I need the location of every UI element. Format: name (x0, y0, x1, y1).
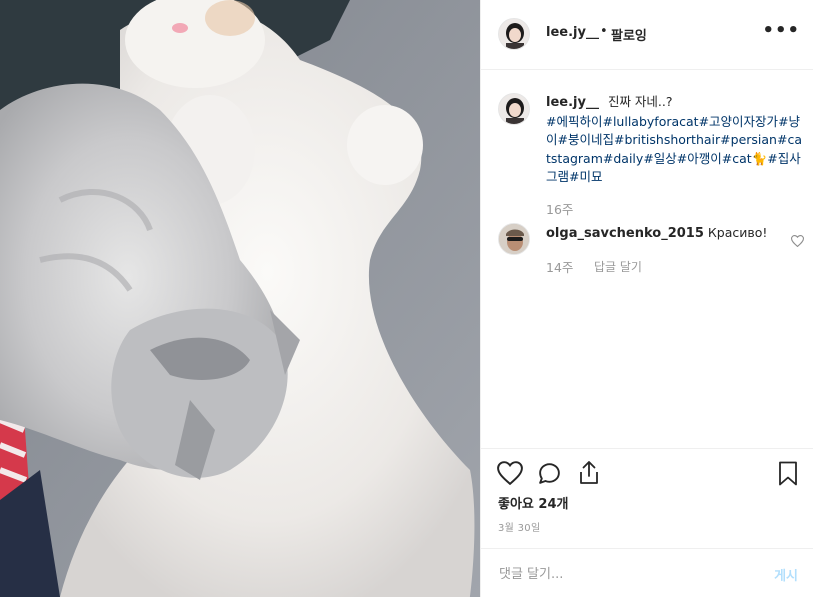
post-photo[interactable] (0, 0, 480, 597)
profile-photo-icon (499, 224, 529, 254)
reply-button[interactable]: 답글 달기 (594, 258, 642, 275)
commenter-avatar[interactable] (498, 223, 530, 255)
cats-photo-illustration (0, 0, 480, 597)
comment-timestamp[interactable]: 14주 (546, 257, 573, 276)
profile-photo-icon (499, 94, 529, 124)
comment-username[interactable]: olga_savchenko_2015 (546, 226, 704, 241)
save-bookmark-icon[interactable] (778, 461, 798, 490)
hashtag[interactable]: #일상 (643, 151, 676, 166)
comment-text: Красиво! (707, 225, 768, 240)
hashtag[interactable]: #lullabyforacat (602, 114, 698, 129)
follow-separator: • (600, 24, 608, 39)
author-avatar[interactable] (498, 18, 530, 50)
header-username[interactable]: lee.jy__ (546, 25, 599, 40)
hashtag[interactable]: #고양이자장가 (699, 114, 778, 129)
caption-username[interactable]: lee.jy__ (546, 95, 599, 110)
likes-count[interactable]: 좋아요 24개 (498, 493, 568, 512)
post-header: lee.jy__ • 팔로잉 ••• (481, 0, 813, 70)
comment: olga_savchenko_2015 Красиво! (546, 225, 776, 241)
post-modal: lee.jy__ • 팔로잉 ••• lee.jy__ 진짜 자네..? #에픽… (0, 0, 813, 597)
hashtag[interactable]: #미묘 (569, 169, 602, 184)
like-comment-heart-icon[interactable] (790, 232, 805, 251)
caption-avatar[interactable] (498, 93, 530, 125)
caption-text: 진짜 자네..? (607, 94, 673, 109)
hashtag[interactable]: #아깽이 (677, 151, 722, 166)
hashtag[interactable]: #에픽하이 (546, 114, 602, 129)
post-side-panel: lee.jy__ • 팔로잉 ••• lee.jy__ 진짜 자네..? #에픽… (480, 0, 813, 597)
hashtag[interactable]: #daily (603, 151, 643, 166)
cat-emoji: 🐈 (751, 150, 768, 166)
profile-photo-icon (499, 19, 529, 49)
hashtag[interactable]: #붕이네집 (558, 132, 614, 147)
following-button[interactable]: 팔로잉 (611, 25, 647, 44)
comment-input[interactable] (497, 563, 751, 585)
more-options-icon[interactable]: ••• (762, 20, 800, 41)
like-heart-icon[interactable] (497, 461, 523, 489)
hashtag[interactable]: #persian (720, 132, 777, 147)
post-caption: lee.jy__ 진짜 자네..? #에픽하이#lullabyforacat#고… (546, 93, 804, 187)
add-comment-bar: 게시 (481, 548, 813, 598)
comment-bubble-icon[interactable] (537, 461, 562, 490)
post-actions: 좋아요 24개 3월 30일 게시 (481, 448, 813, 597)
share-icon[interactable] (577, 460, 601, 490)
caption-timestamp[interactable]: 16주 (546, 199, 573, 218)
post-comment-button[interactable]: 게시 (774, 565, 798, 584)
post-date[interactable]: 3월 30일 (498, 519, 540, 534)
hashtag[interactable]: #britishshorthair (614, 132, 720, 147)
hashtag[interactable]: #cat (722, 151, 752, 166)
